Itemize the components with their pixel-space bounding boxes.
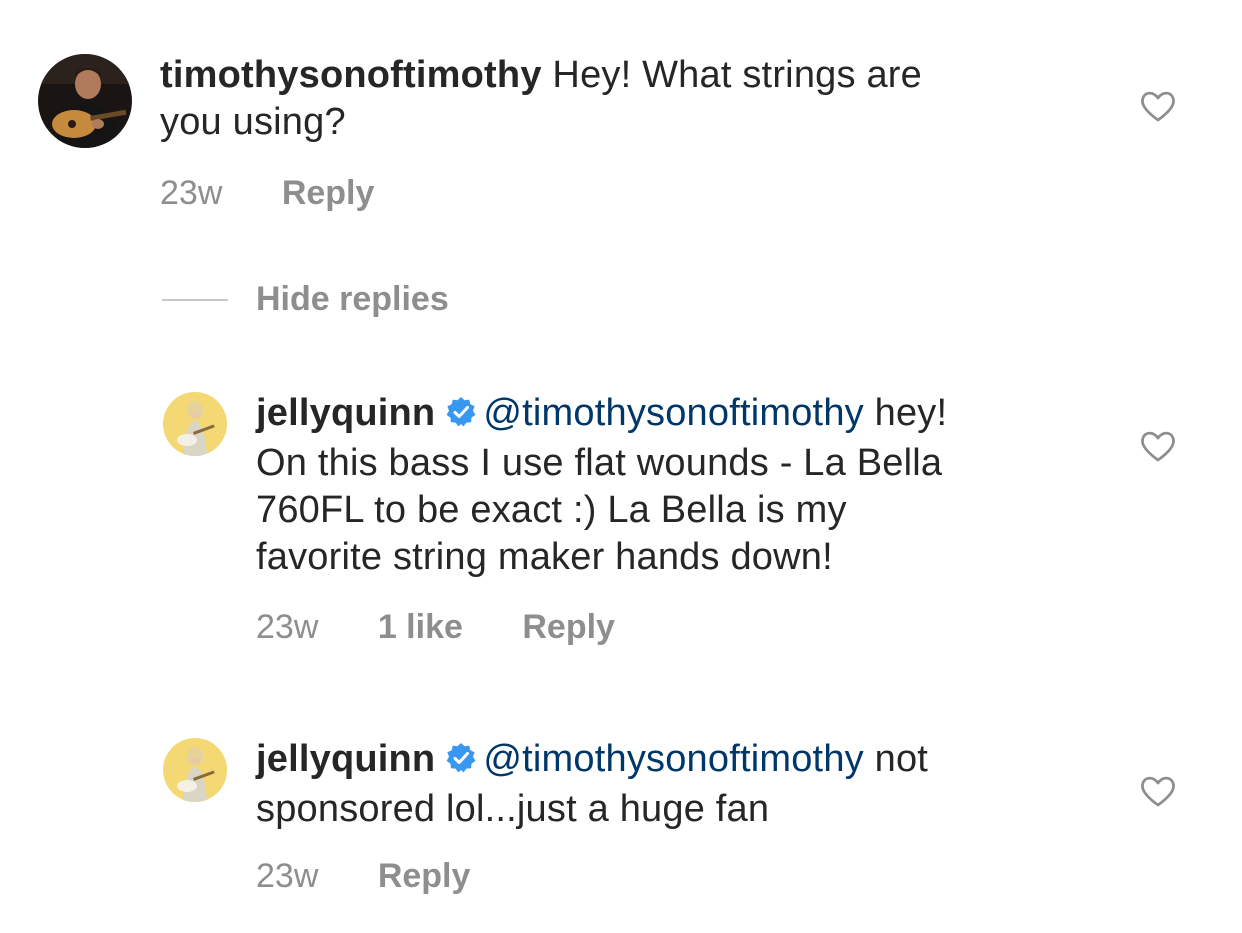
reply-button[interactable]: Reply	[282, 174, 375, 213]
hide-replies-label[interactable]: Hide replies	[256, 280, 449, 319]
reply-button[interactable]: Reply	[378, 857, 471, 896]
avatar[interactable]	[38, 54, 132, 148]
mention-link[interactable]: @timothysonoftimothy	[483, 392, 864, 434]
like-heart-icon[interactable]	[1140, 775, 1176, 812]
guitarist-avatar-image	[38, 54, 132, 148]
avatar[interactable]	[163, 738, 227, 802]
mention-link[interactable]: @timothysonoftimothy	[483, 738, 864, 780]
comment-body-line1: not	[874, 738, 929, 780]
comment-body-line4: favorite string maker hands down!	[256, 536, 833, 578]
comment-username[interactable]: jellyquinn	[256, 392, 435, 434]
divider-line	[162, 298, 228, 301]
comment-username[interactable]: timothysonoftimothy	[160, 54, 542, 96]
verified-badge-icon	[445, 393, 477, 440]
comment-body-line3: 760FL to be exact :) La Bella is my	[256, 489, 847, 531]
comment-body-line2: sponsored lol...just a huge fan	[256, 788, 770, 830]
comment-body-line1: Hey! What strings are	[552, 54, 922, 96]
hide-replies-toggle[interactable]: Hide replies	[162, 280, 449, 319]
comment-text: timothysonoftimothy Hey! What strings ar…	[160, 52, 1060, 146]
like-heart-icon[interactable]	[1140, 430, 1176, 467]
comment-body-line1: hey!	[874, 392, 948, 434]
comment-meta: 23w Reply	[160, 174, 374, 213]
comment-text: jellyquinn @timothysonoftimothy hey! On t…	[256, 390, 1116, 581]
verified-badge-icon	[445, 739, 477, 786]
like-heart-icon[interactable]	[1140, 90, 1176, 127]
comment-timestamp: 23w	[256, 608, 319, 646]
bassist-avatar-image	[163, 738, 227, 802]
comment-meta: 23w 1 like Reply	[256, 608, 615, 647]
avatar[interactable]	[163, 392, 227, 456]
comment-body-line2: On this bass I use flat wounds - La Bell…	[256, 442, 943, 484]
comment-timestamp: 23w	[160, 174, 223, 212]
reply-button[interactable]: Reply	[522, 608, 615, 647]
likes-count[interactable]: 1 like	[378, 608, 463, 647]
comment-timestamp: 23w	[256, 857, 319, 895]
bassist-avatar-image	[163, 392, 227, 456]
comment-meta: 23w Reply	[256, 857, 470, 896]
comment-body-line2: you using?	[160, 101, 346, 143]
comment-text: jellyquinn @timothysonoftimothy not spons…	[256, 736, 1116, 833]
comment-username[interactable]: jellyquinn	[256, 738, 435, 780]
